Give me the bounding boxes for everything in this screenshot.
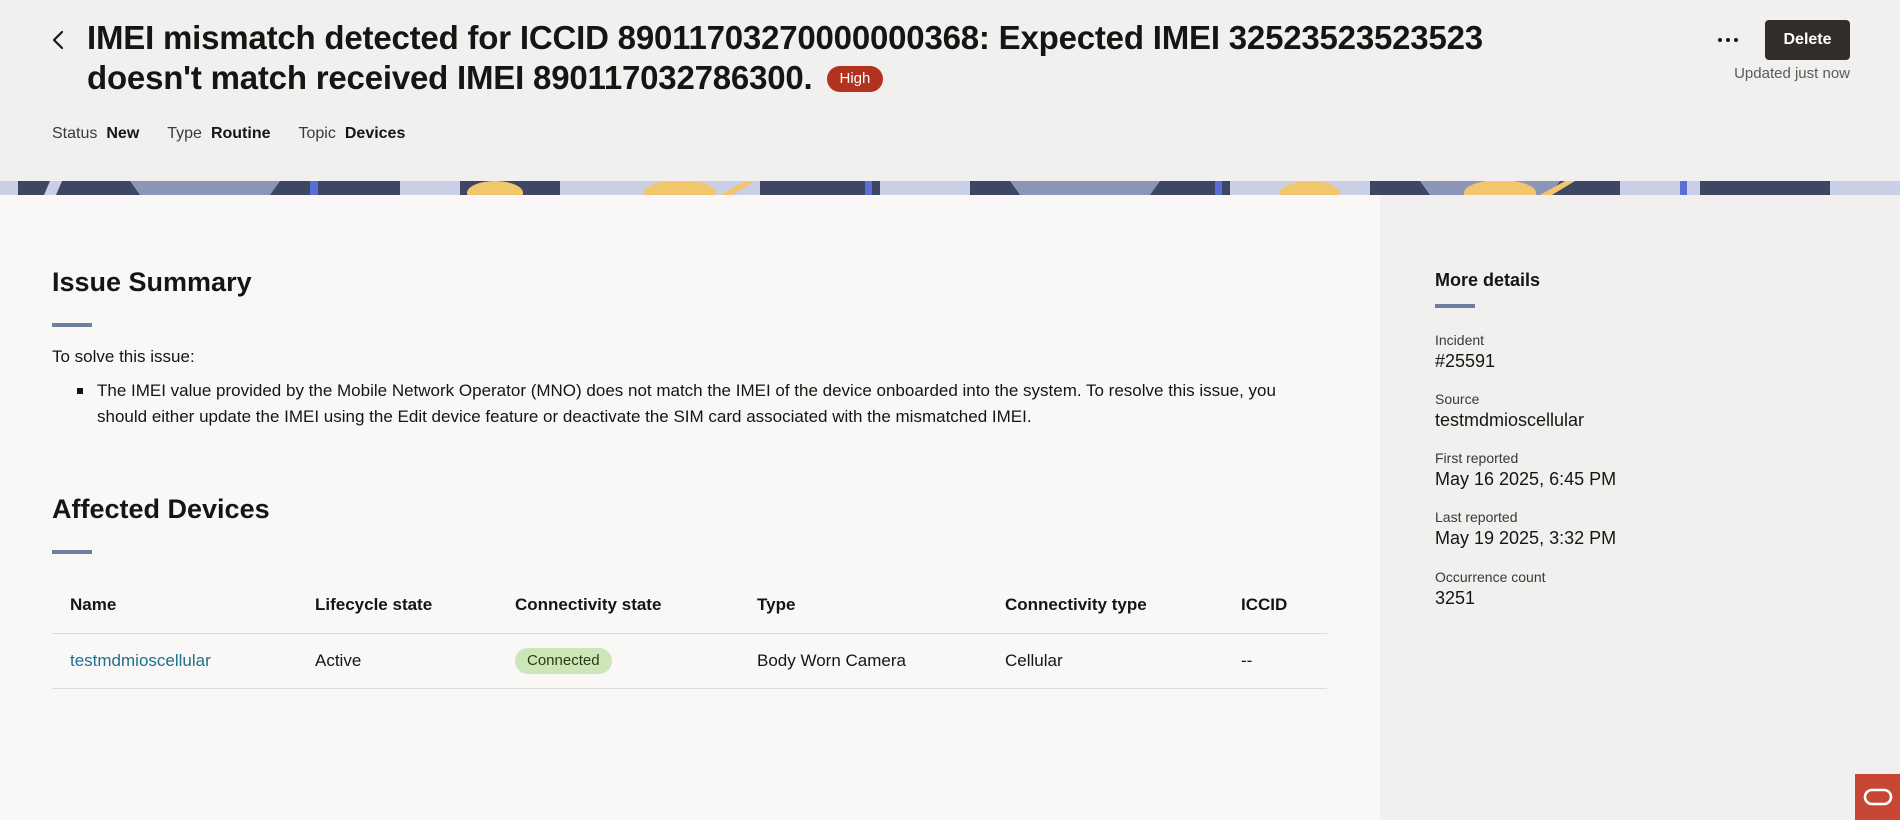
detail-last-reported: Last reported May 19 2025, 3:32 PM [1435,509,1616,549]
detail-value: 3251 [1435,588,1476,608]
column-header-type[interactable]: Type [739,577,987,634]
chevron-left-icon [52,30,64,50]
detail-value: May 16 2025, 6:45 PM [1435,469,1617,489]
meta-value: New [106,125,140,142]
main-content: Issue Summary To solve this issue: The I… [0,195,1380,820]
detail-incident: Incident #25591 [1435,332,1495,372]
table-header-row: Name Lifecycle state Connectivity state … [52,577,1327,634]
details-title: More details [1435,270,1541,290]
cell-connectivity: Connected [497,633,739,689]
issue-summary-title: Issue Summary [52,267,252,297]
updated-timestamp: Updated just now [1734,65,1850,82]
column-header-connectivity-state[interactable]: Connectivity state [497,577,739,634]
device-link[interactable]: testmdmioscellular [70,651,211,670]
column-header-name[interactable]: Name [52,577,297,634]
detail-occurrence-count: Occurrence count 3251 [1435,569,1546,609]
delete-button[interactable]: Delete [1765,20,1850,60]
summary-intro: To solve this issue: [52,347,195,366]
meta-topic: Topic Devices [299,124,406,144]
page-header: IMEI mismatch detected for ICCID 8901170… [0,0,1900,181]
section-rule [52,323,92,327]
meta-status: Status New [52,124,139,144]
oracle-logo-icon [1863,788,1892,806]
detail-label: Occurrence count [1435,569,1546,585]
cell-iccid: -- [1223,633,1327,689]
cell-lifecycle: Active [297,633,497,689]
summary-list: The IMEI value provided by the Mobile Ne… [70,378,1280,430]
meta-value: Devices [344,125,406,142]
cell-type: Body Worn Camera [739,633,987,689]
issue-meta: Status New Type Routine Topic Devices [52,124,405,144]
more-horizontal-icon [1718,38,1738,42]
more-actions-button[interactable] [1710,22,1746,58]
detail-label: Source [1435,391,1480,407]
affected-devices-title: Affected Devices [52,494,270,524]
detail-value: #25591 [1435,351,1496,371]
connectivity-badge: Connected [515,647,612,674]
meta-value: Routine [210,125,271,142]
column-header-lifecycle[interactable]: Lifecycle state [297,577,497,634]
meta-type: Type Routine [167,124,270,144]
detail-first-reported: First reported May 16 2025, 6:45 PM [1435,450,1616,490]
detail-source: Source testmdmioscellular [1435,391,1584,431]
section-rule [1435,304,1475,308]
meta-label: Status [52,125,98,142]
page-title-text: IMEI mismatch detected for ICCID 8901170… [87,19,1483,96]
detail-value: May 19 2025, 3:32 PM [1435,528,1617,548]
detail-value: testmdmioscellular [1435,410,1585,430]
section-rule [52,550,92,554]
banner-pattern [0,181,1900,195]
detail-label: First reported [1435,450,1519,466]
detail-label: Last reported [1435,509,1518,525]
page-title: IMEI mismatch detected for ICCID 8901170… [87,18,1527,98]
decorative-banner [0,181,1900,195]
table-row: testmdmioscellular Active Connected Body… [52,633,1327,689]
oracle-help-button[interactable] [1855,774,1900,820]
detail-label: Incident [1435,332,1485,348]
list-item: The IMEI value provided by the Mobile Ne… [70,378,1280,430]
details-panel: More details Incident #25591 Source test… [1380,195,1900,820]
devices-table: Name Lifecycle state Connectivity state … [52,577,1327,689]
meta-label: Type [167,125,202,142]
severity-badge: High [826,66,884,92]
column-header-iccid[interactable]: ICCID [1223,577,1327,634]
column-header-connectivity-type[interactable]: Connectivity type [987,577,1223,634]
back-button[interactable] [44,24,72,56]
meta-label: Topic [298,125,336,142]
cell-connectivity-type: Cellular [987,633,1223,689]
cell-name: testmdmioscellular [52,633,297,689]
